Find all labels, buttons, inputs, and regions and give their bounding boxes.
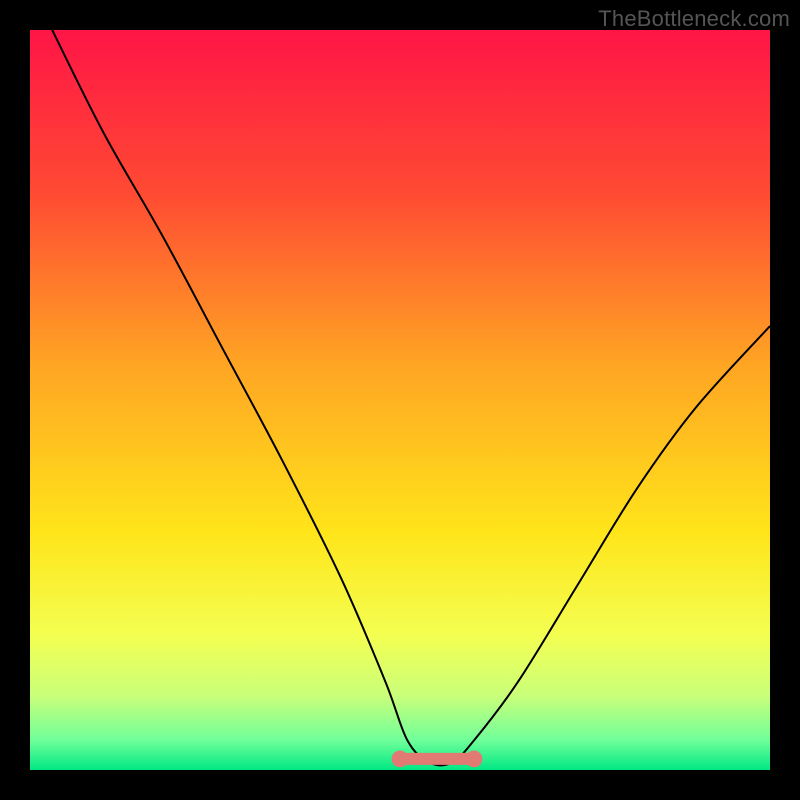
optimal-range-marker [392, 751, 483, 768]
chart-svg [30, 30, 770, 770]
plot-area [30, 30, 770, 770]
chart-frame: TheBottleneck.com [0, 0, 800, 800]
watermark-text: TheBottleneck.com [598, 6, 790, 32]
gradient-background [30, 30, 770, 770]
